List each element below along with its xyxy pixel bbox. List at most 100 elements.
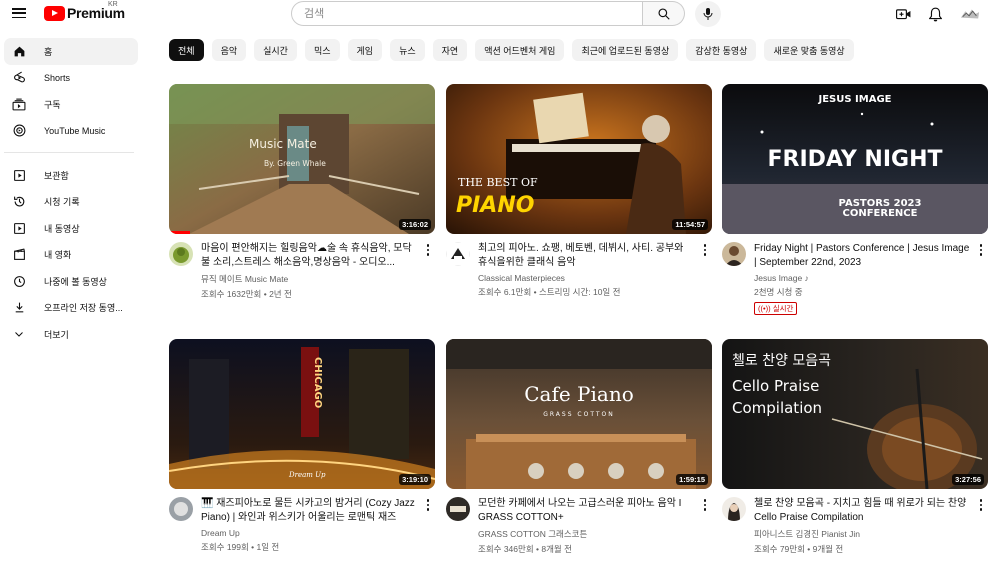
chip-action-adventure[interactable]: 액션 어드벤처 게임	[475, 39, 565, 61]
watch-progress-bar	[169, 231, 191, 234]
chip-news[interactable]: 뉴스	[390, 39, 425, 61]
shorts-icon	[12, 71, 26, 85]
notifications-button[interactable]	[925, 4, 945, 24]
sidebar-item-label: 홈	[44, 46, 53, 57]
video-duration: 3:27:56	[952, 474, 984, 485]
sidebar-item-home[interactable]: 홈	[4, 38, 138, 65]
chip-new-to-you[interactable]: 새로운 맞춤 동영상	[764, 39, 854, 61]
chip-live[interactable]: 실시간	[254, 39, 297, 61]
video-card[interactable]: Cafe Piano GRASS COTTON 1:59:15 모던한 카페에서…	[446, 339, 712, 555]
video-duration: 3:16:02	[399, 219, 431, 230]
chip-recently-uploaded[interactable]: 최근에 업로드된 동영상	[572, 39, 679, 61]
video-title[interactable]: 최고의 피아노. 쇼팽, 베토벤, 데뷔시, 사티. 공부와 휴식을위한 클래식…	[478, 242, 694, 270]
search-input[interactable]	[292, 2, 642, 25]
search-box	[291, 1, 643, 26]
chip-gaming[interactable]: 게임	[347, 39, 383, 61]
avatar	[960, 9, 980, 19]
channel-name[interactable]: GRASS COTTON 그래스코튼	[478, 528, 694, 540]
video-title[interactable]: Friday Night | Pastors Conference | Jesu…	[754, 242, 970, 270]
more-options-icon[interactable]	[976, 242, 986, 258]
channel-name[interactable]: Classical Masterpieces	[478, 273, 694, 283]
video-title[interactable]: 모던한 카페에서 나오는 고급스러운 피아노 음악 I GRASS COTTON…	[478, 497, 694, 525]
video-title[interactable]: 🎹 재즈피아노로 물든 시카고의 밤거리 (Cozy Jazz Piano) |…	[201, 497, 417, 525]
video-thumbnail[interactable]: 첼로 찬양 모음곡 Cello Praise Compilation 3:27:…	[722, 339, 988, 489]
bell-icon	[928, 7, 942, 21]
video-card[interactable]: CHICAGO Dream Up 3:19:10 🎹 재즈피아노로 물든 시카고…	[169, 339, 435, 553]
chip-music[interactable]: 음악	[211, 39, 247, 61]
more-options-icon[interactable]	[976, 497, 986, 513]
sidebar-item-watch-later[interactable]: 나중에 볼 동영상	[4, 268, 138, 295]
chip-watched[interactable]: 감상한 동영상	[686, 39, 757, 61]
more-options-icon[interactable]	[423, 242, 433, 258]
channel-avatar[interactable]	[446, 242, 470, 266]
channel-name[interactable]: Dream Up	[201, 528, 417, 538]
sidebar-item-show-more[interactable]: 더보기	[4, 321, 138, 348]
video-thumbnail[interactable]: THE BEST OF PIANO 11:54:57	[446, 84, 712, 234]
thumbnail-subtitle-text: Dream Up	[288, 471, 326, 479]
channel-avatar[interactable]	[446, 497, 470, 521]
hamburger-menu-icon[interactable]	[12, 6, 26, 20]
sidebar-item-label: 시청 기록	[44, 197, 80, 208]
video-title[interactable]: 첼로 찬양 모음곡 - 지치고 힘들 때 위로가 되는 찬양 Cello Pra…	[754, 497, 970, 525]
live-badge: ((•)) 실시간	[754, 302, 798, 315]
more-options-icon[interactable]	[700, 497, 710, 513]
video-duration: 3:19:10	[399, 474, 431, 485]
top-header: Premium KR	[0, 0, 1000, 28]
channel-avatar[interactable]	[722, 242, 746, 266]
chip-nature[interactable]: 자연	[432, 39, 468, 61]
thumbnail-subtitle-text: CONFERENCE	[843, 208, 918, 219]
sidebar-item-my-videos[interactable]: 내 동영상	[4, 215, 138, 242]
channel-avatar[interactable]	[169, 497, 193, 521]
channel-avatar[interactable]	[169, 242, 193, 266]
video-card[interactable]: JESUS IMAGE FRIDAY NIGHT PASTORS 2023 CO…	[722, 84, 988, 316]
filter-chip-bar: 전체 음악 실시간 믹스 게임 뉴스 자연 액션 어드벤처 게임 최근에 업로드…	[169, 39, 854, 61]
sidebar-item-shorts[interactable]: Shorts	[4, 65, 138, 92]
sidebar-item-label: 내 영화	[44, 250, 72, 261]
library-icon	[12, 168, 26, 182]
video-card[interactable]: 첼로 찬양 모음곡 Cello Praise Compilation 3:27:…	[722, 339, 988, 555]
thumbnail-subtitle-text: By. Green Whale	[264, 159, 326, 168]
video-thumbnail[interactable]: Cafe Piano GRASS COTTON 1:59:15	[446, 339, 712, 489]
account-avatar-button[interactable]	[960, 4, 980, 24]
download-icon	[12, 301, 26, 315]
video-stats: 조회수 6.1만회 • 스트리밍 시간: 10일 전	[478, 287, 621, 297]
video-meta: 첼로 찬양 모음곡 - 지치고 힘들 때 위로가 되는 찬양 Cello Pra…	[722, 497, 988, 555]
more-options-icon[interactable]	[700, 242, 710, 258]
video-card[interactable]: Music Mate By. Green Whale 3:16:02 마음이 편…	[169, 84, 435, 300]
sidebar-item-subscriptions[interactable]: 구독	[4, 91, 138, 118]
video-title[interactable]: 마음이 편안해지는 힐링음악☁술 속 휴식음악, 모닥불 소리,스트레스 해소음…	[201, 242, 417, 270]
history-icon	[12, 195, 26, 209]
video-thumbnail[interactable]: JESUS IMAGE FRIDAY NIGHT PASTORS 2023 CO…	[722, 84, 988, 234]
sidebar-item-label: 나중에 볼 동영상	[44, 276, 107, 287]
video-card[interactable]: THE BEST OF PIANO 11:54:57 최고의 피아노. 쇼팽, …	[446, 84, 712, 298]
sidebar-item-library[interactable]: 보관함	[4, 162, 138, 189]
create-video-button[interactable]	[893, 4, 913, 24]
sidebar-item-youtube-music[interactable]: YouTube Music	[4, 118, 138, 145]
thumbnail-title-text: THE BEST OF	[458, 176, 538, 189]
youtube-music-icon	[12, 124, 26, 138]
voice-search-button[interactable]	[695, 1, 721, 27]
channel-name[interactable]: 뮤직 메이트 Music Mate	[201, 273, 417, 285]
video-stats: 조회수 79만회 • 9개월 전	[754, 544, 844, 554]
video-thumbnail[interactable]: Music Mate By. Green Whale 3:16:02	[169, 84, 435, 234]
sidebar-item-my-movies[interactable]: 내 영화	[4, 242, 138, 269]
channel-avatar[interactable]	[722, 497, 746, 521]
chevron-down-icon	[12, 327, 26, 341]
search-button[interactable]	[643, 1, 685, 26]
subscriptions-icon	[12, 97, 26, 111]
thumbnail-subtitle-text: Compilation	[732, 399, 822, 417]
video-thumbnail[interactable]: CHICAGO Dream Up 3:19:10	[169, 339, 435, 489]
thumbnail-subtitle-text: Cello Praise	[732, 377, 819, 395]
thumbnail-title-text: FRIDAY NIGHT	[767, 147, 942, 172]
sidebar-item-downloads[interactable]: 오프라인 저장 동영...	[4, 295, 138, 322]
channel-name[interactable]: Jesus Image ♪	[754, 273, 970, 283]
thumbnail-channel-text: JESUS IMAGE	[817, 94, 891, 105]
sidebar-item-history[interactable]: 시청 기록	[4, 189, 138, 216]
thumbnail-subtitle-text: GRASS COTTON	[543, 411, 615, 418]
channel-name[interactable]: 피아니스트 김경진 Pianist Jin	[754, 528, 970, 540]
watch-later-icon	[12, 274, 26, 288]
chip-mix[interactable]: 믹스	[304, 39, 340, 61]
video-stats: 조회수 346만회 • 8개월 전	[478, 544, 572, 554]
chip-all[interactable]: 전체	[169, 39, 204, 61]
more-options-icon[interactable]	[423, 497, 433, 513]
